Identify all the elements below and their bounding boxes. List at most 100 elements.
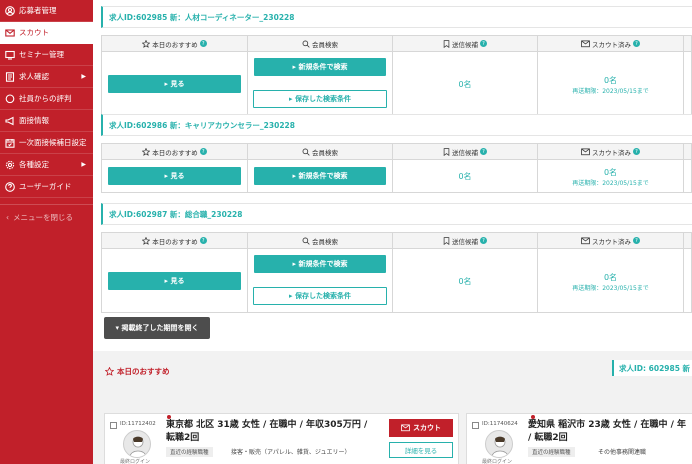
profile-line-1: 東京都 北区 31歳 女性 / 在職中 / 年収305万円 / [166,420,368,430]
help-icon[interactable]: ? [480,237,487,244]
chevron-left-icon: ‹ [6,213,9,222]
bookmark-icon [443,236,450,245]
th-sent-label: スカウト済み [592,40,631,49]
th-search: 会員検索 [248,36,392,51]
th-search: 会員検索 [248,144,392,159]
sidebar-item-5[interactable]: 面接情報 [0,110,93,132]
star-icon [142,39,151,48]
th-today: 本日のおすすめ ? [102,36,247,51]
sidebar-item-label: 社員からの評判 [19,94,72,103]
bookmark-icon [443,39,450,48]
experience-tag: 直近の経験職種 [166,447,213,457]
sidebar-item-label: 応募者管理 [19,6,57,15]
job-title: 求人ID:602985 新：人材コーディネーター_230228 [101,6,692,28]
detail-button[interactable]: 詳細を見る [389,442,453,458]
pending-count[interactable]: 0名 [393,276,537,287]
envelope-icon [581,236,590,244]
sidebar-item-label: 一次面接候補日設定 [19,138,87,147]
help-icon[interactable]: ? [633,237,640,244]
help-icon[interactable]: ? [199,237,207,244]
th-sent: スカウト済み ? [538,36,683,51]
new-search-button[interactable]: ▸ 新規条件で検索 [254,167,386,185]
pending-count[interactable]: 0名 [393,171,537,182]
sidebar-item-6[interactable]: 一次面接候補日設定 [0,132,93,154]
saved-search-button[interactable]: ▸ 保存した検索条件 [253,287,387,305]
collapse-menu-button[interactable]: ‹ メニューを閉じる [0,204,93,230]
sent-count[interactable]: 0名 [538,167,683,178]
experience-industry: 接客・販売（アパレル、雑貨、ジュエリー） [231,449,351,456]
sidebar-item-label: スカウト [19,28,49,37]
star-icon [142,147,151,156]
th-today: 本日のおすすめ ? [102,233,247,248]
help-icon[interactable]: ? [199,148,207,155]
sidebar: 応募者管理スカウトセミナー管理求人確認 ▶ 社員からの評判 面接情報一次面接候補日設定… [0,0,93,464]
envelope-icon [401,424,410,432]
sidebar-item-label: ユーザーガイド [19,182,72,191]
candidate-profile: 東京都 北区 31歳 女性 / 在職中 / 年収305万円 / 転職2回 [166,419,367,445]
th-today: 本日のおすすめ ? [102,144,247,159]
scout-button[interactable]: スカウト [389,419,453,437]
bookmark-icon [443,147,450,156]
candidate-id: ID:11740624 [482,421,518,427]
sidebar-item-3[interactable]: 求人確認 ▶ [0,66,93,88]
expand-arrow-icon: ▶ [81,161,86,168]
candidate-checkbox[interactable] [472,422,479,429]
new-search-button[interactable]: ▸ 新規条件で検索 [254,255,386,273]
th-sent-label: スカウト済み [592,237,631,246]
chat-icon [4,93,15,104]
scout-label: スカウト [413,424,441,432]
candidate-id: ID:11712402 [120,421,156,427]
experience-tag: 直近の経験職種 [528,447,575,457]
candidate-card: ID:11740624 最終ログイン 愛知県 稲沢市 23歳 女性 / 在職中 … [466,413,692,464]
profile-line-2: 転職2回 [166,433,200,443]
resend-deadline: 再送期限：2023/05/15まで [572,87,649,95]
sidebar-item-8[interactable]: ユーザーガイド [0,176,93,198]
th-sent-label: スカウト済み [592,148,631,157]
job-block: 求人ID:602985 新：人材コーディネーター_230228 本日のおすすめ … [101,6,692,116]
expand-arrow-icon: ▶ [81,73,86,80]
sent-count[interactable]: 0名 [538,272,683,283]
sidebar-item-4[interactable]: 社員からの評判 [0,88,93,110]
star-icon [142,236,151,245]
help-icon[interactable]: ? [633,40,640,47]
help-icon[interactable]: ? [480,40,487,47]
candidate-card: ID:11712402 最終ログイン 東京都 北区 31歳 女性 / 在職中 /… [104,413,459,464]
view-today-button[interactable]: ▸ 見る [108,167,241,185]
help-icon[interactable]: ? [633,148,640,155]
recommend-job-label: 求人ID: 602985 新 [612,360,692,376]
resend-deadline: 再送期限：2023/05/15まで [572,180,649,187]
envelope-icon [581,147,590,155]
candidate-checkbox[interactable] [110,422,117,429]
avatar [123,430,151,458]
sidebar-item-2[interactable]: セミナー管理 [0,44,93,66]
view-today-button[interactable]: ▸ 見る [108,271,241,290]
star-icon [105,367,114,376]
search-icon [302,148,310,156]
sidebar-item-label: 求人確認 [19,72,49,81]
open-closed-jobs-button[interactable]: ▾ 掲載終了した期間を開く [104,317,210,339]
saved-search-button[interactable]: ▸ 保存した検索条件 [253,90,387,108]
sent-count[interactable]: 0名 [538,75,683,86]
th-pending-label: 送信候補 [452,148,478,157]
envelope-icon [581,39,590,47]
help-icon[interactable]: ? [480,148,487,155]
screen-icon [4,49,15,60]
job-block: 求人ID:602986 新：キャリアカウンセラー_230228 本日のおすすめ … [101,114,692,193]
calendar-icon [4,137,15,148]
sidebar-item-7[interactable]: 各種設定 ▶ [0,154,93,176]
view-today-button[interactable]: ▸ 見る [108,74,241,93]
sidebar-item-label: 面接情報 [19,116,49,125]
last-login: 最終ログイン [482,459,513,464]
new-search-button[interactable]: ▸ 新規条件で検索 [254,58,386,76]
recommend-title: 本日のおすすめ [117,367,170,376]
recommend-heading: 本日のおすすめ [105,366,170,377]
sidebar-item-0[interactable]: 応募者管理 [0,0,93,22]
pending-count[interactable]: 0名 [393,79,537,90]
th-search: 会員検索 [248,233,392,248]
resend-deadline: 再送期限：2023/05/15まで [572,284,649,292]
document-icon [4,71,15,82]
sidebar-item-1[interactable]: スカウト [0,22,93,44]
help-icon[interactable]: ? [199,40,207,47]
th-pending-label: 送信候補 [452,237,478,246]
candidate-profile: 愛知県 稲沢市 23歳 女性 / 在職中 / 年 / 転職2回 [528,419,686,445]
